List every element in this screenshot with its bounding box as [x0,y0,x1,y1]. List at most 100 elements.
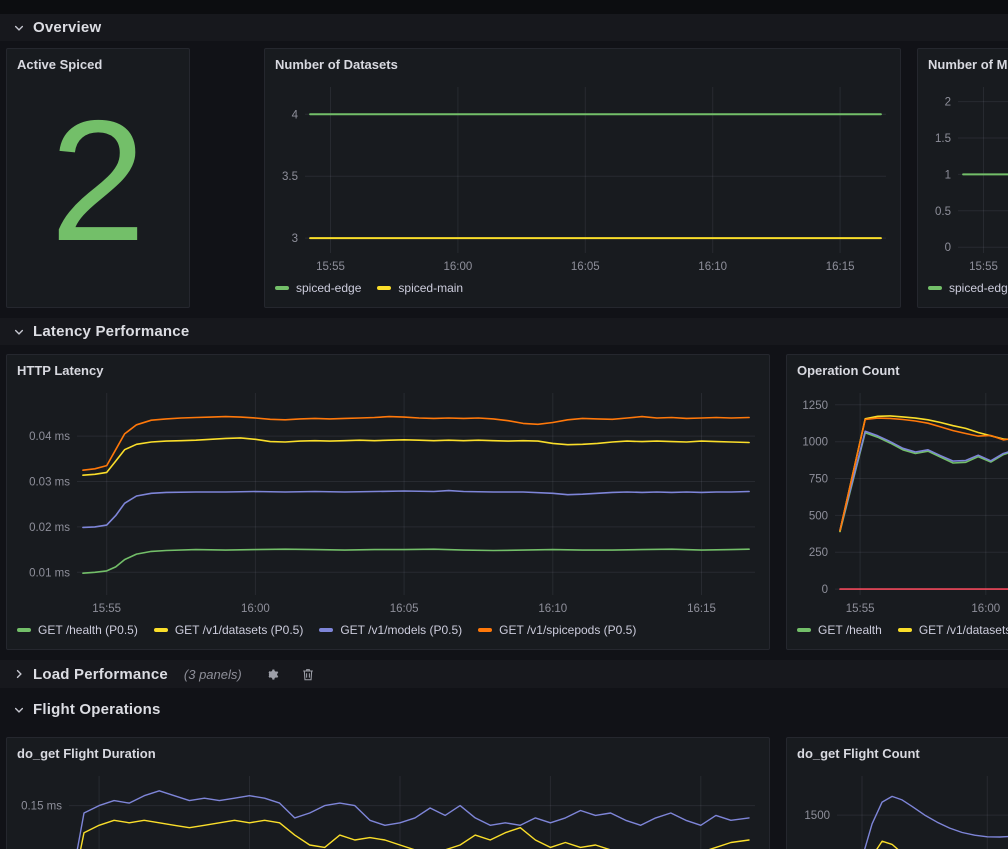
operation-count-chart[interactable]: 02505007501000125015:5516:0016:0516:1016… [795,382,1008,619]
svg-text:1.5: 1.5 [935,133,951,145]
legend-item[interactable]: spiced-main [377,281,463,295]
svg-text:15:55: 15:55 [846,603,875,615]
legend-swatch [154,628,168,632]
section-header-overview[interactable]: Overview [0,14,1008,41]
svg-text:16:00: 16:00 [971,603,1000,615]
panel-title[interactable]: Operation Count [795,361,1008,382]
legend-label: spiced-edge [296,281,361,295]
panel-title[interactable]: do_get Flight Count [795,744,1008,765]
section-header-load-performance[interactable]: Load Performance (3 panels) [0,660,1008,688]
section-title: Flight Operations [33,701,161,718]
legend-swatch [797,628,811,632]
legend-label: GET /v1/datasets (P0.5) [175,623,304,637]
legend-item[interactable]: spiced-edge [928,281,1008,295]
flight-count-chart[interactable]: 150015:5516:0016:0516:1016:15 [795,765,1008,849]
chart-legend: spiced-edge spiced-main [273,277,892,299]
legend-item[interactable]: GET /health [797,623,882,637]
legend-item[interactable]: GET /v1/datasets [898,623,1008,637]
datasets-chart[interactable]: 33.5415:5516:0016:0516:1016:15 [273,76,892,277]
panel-count-label: (3 panels) [184,667,242,682]
legend-swatch [898,628,912,632]
svg-text:0.03 ms: 0.03 ms [29,477,70,489]
legend-label: GET /v1/models (P0.5) [340,623,462,637]
panel-http-latency: HTTP Latency 0.01 ms 0.02 ms 0.03 ms 0.04 m… [6,354,770,650]
chevron-down-icon [13,704,25,716]
legend-swatch [928,286,942,290]
legend-item[interactable]: GET /v1/datasets (P0.5) [154,623,304,637]
svg-text:0.01 ms: 0.01 ms [29,567,70,579]
svg-text:16:10: 16:10 [538,603,567,615]
panel-title[interactable]: do_get Flight Duration [15,744,761,765]
svg-text:1: 1 [945,169,951,181]
svg-text:4: 4 [292,109,299,121]
panel-number-of-models: Number of Models 00.511.5215:5516:0016:0… [917,48,1008,308]
svg-text:1250: 1250 [802,400,828,412]
legend-item[interactable]: spiced-edge [275,281,361,295]
svg-text:0.15 ms: 0.15 ms [21,801,62,813]
legend-label: GET /health (P0.5) [38,623,138,637]
legend-label: GET /v1/datasets [919,623,1008,637]
chart-legend: GET /healthGET /v1/datasetsGET /v1/model… [795,619,1008,641]
svg-text:0.02 ms: 0.02 ms [29,522,70,534]
panel-do-get-flight-count: do_get Flight Count 150015:5516:0016:051… [786,737,1008,849]
chart-legend: spiced-edge [926,277,1008,299]
legend-label: spiced-edge [949,281,1008,295]
svg-text:0.5: 0.5 [935,206,951,218]
section-title: Latency Performance [33,323,189,340]
legend-swatch [478,628,492,632]
legend-item[interactable]: GET /v1/models (P0.5) [319,623,462,637]
svg-text:15:55: 15:55 [92,603,121,615]
svg-text:1000: 1000 [802,437,828,449]
svg-text:16:15: 16:15 [687,603,716,615]
chevron-right-icon [13,668,25,680]
section-title: Load Performance [33,666,168,683]
chart-legend: GET /health (P0.5) GET /v1/datasets (P0.5… [15,619,761,641]
legend-swatch [377,286,391,290]
svg-text:750: 750 [809,474,828,486]
svg-text:16:05: 16:05 [571,261,600,273]
panel-title[interactable]: Number of Models [926,55,1008,76]
svg-text:0: 0 [945,242,951,254]
legend-item[interactable]: GET /v1/spicepods (P0.5) [478,623,636,637]
section-header-flight-operations[interactable]: Flight Operations [0,696,1008,723]
section-header-latency-performance[interactable]: Latency Performance [0,318,1008,345]
models-chart[interactable]: 00.511.5215:5516:0016:0516:1016:15 [926,76,1008,277]
svg-text:250: 250 [809,547,828,559]
panel-title[interactable]: Active Spiced [15,55,181,76]
svg-text:16:00: 16:00 [241,603,270,615]
svg-text:16:05: 16:05 [390,603,419,615]
svg-text:3.5: 3.5 [282,171,298,183]
svg-text:16:15: 16:15 [826,261,855,273]
panel-do-get-flight-duration: do_get Flight Duration 0.15 ms15:5516:00… [6,737,770,849]
legend-label: spiced-main [398,281,463,295]
svg-text:0: 0 [822,584,828,596]
svg-text:16:10: 16:10 [698,261,727,273]
svg-text:0.04 ms: 0.04 ms [29,431,70,443]
panel-number-of-datasets: Number of Datasets 33.5415:5516:0016:051… [264,48,901,308]
panel-title[interactable]: Number of Datasets [273,55,892,76]
gear-icon[interactable] [264,667,279,682]
top-bar [0,0,1008,14]
http-latency-chart[interactable]: 0.01 ms 0.02 ms 0.03 ms 0.04 ms 15:55 16:00 16… [15,382,761,619]
legend-item[interactable]: GET /health (P0.5) [17,623,138,637]
chevron-down-icon [13,326,25,338]
legend-label: GET /health [818,623,882,637]
section-title: Overview [33,19,101,36]
panel-active-spiced: Active Spiced 2 [6,48,190,308]
active-spiced-value: 2 [15,76,181,299]
legend-label: GET /v1/spicepods (P0.5) [499,623,636,637]
svg-text:15:55: 15:55 [969,261,998,273]
panel-title[interactable]: HTTP Latency [15,361,761,382]
dashboard: Overview Active Spiced 2 Number of Datas… [0,0,1008,849]
flight-duration-chart[interactable]: 0.15 ms15:5516:0016:0516:1016:15 [15,765,761,849]
panel-operation-count: Operation Count 0 250 500 750 1000 1250 15:55 1… [786,354,1008,650]
legend-swatch [275,286,289,290]
trash-icon[interactable] [301,667,315,682]
svg-text:500: 500 [809,510,828,522]
legend-swatch [319,628,333,632]
svg-text:3: 3 [292,233,298,245]
chevron-down-icon [13,22,25,34]
legend-swatch [17,628,31,632]
svg-text:15:55: 15:55 [316,261,345,273]
svg-text:1500: 1500 [804,810,830,822]
